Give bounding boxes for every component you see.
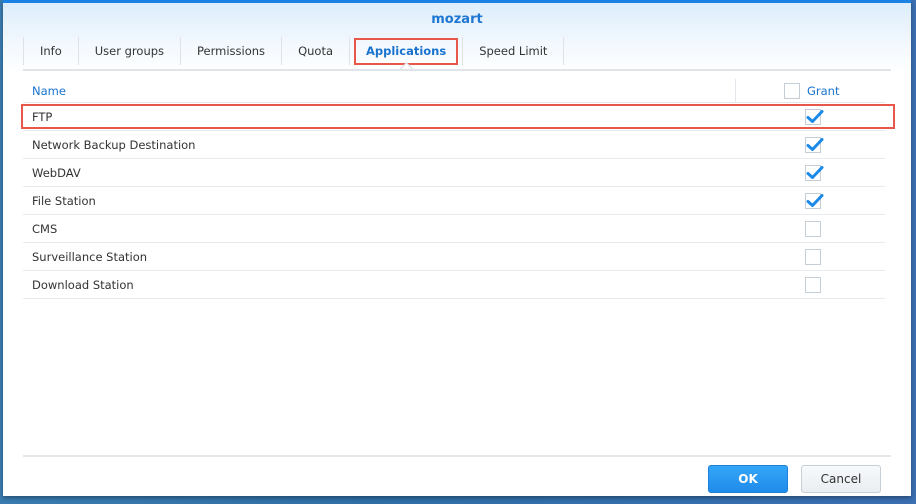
applications-grid: Name Grant FTP Network Backup Destination…: [21, 79, 895, 299]
application-name: WebDAV: [32, 165, 81, 180]
tab-label: Permissions: [197, 44, 266, 58]
grid-body: FTP Network Backup Destination WebDAV File …: [21, 103, 895, 299]
tab-label: User groups: [94, 44, 165, 58]
column-header-name[interactable]: Name: [23, 79, 735, 102]
grant-cell: [735, 192, 885, 209]
tab-user-groups[interactable]: User groups: [77, 37, 180, 65]
grant-checkbox[interactable]: [805, 108, 824, 125]
application-name: Download Station: [32, 277, 134, 292]
tab-label: Speed Limit: [479, 44, 548, 58]
table-row[interactable]: Network Backup Destination: [23, 131, 885, 159]
column-header-grant: Grant: [735, 79, 885, 102]
grant-checkbox[interactable]: [805, 220, 821, 237]
tab-quota[interactable]: Quota: [281, 37, 349, 65]
cancel-button[interactable]: Cancel: [801, 465, 881, 493]
tab-applications[interactable]: Applications: [349, 37, 462, 75]
application-name: Surveillance Station: [32, 249, 148, 264]
table-row[interactable]: WebDAV: [23, 159, 885, 187]
grant-cell: [735, 136, 885, 153]
tab-info[interactable]: Info: [23, 37, 78, 65]
tab-divider: [23, 69, 891, 71]
grant-all-checkbox[interactable]: [784, 82, 800, 99]
checkmark-icon: [806, 193, 824, 207]
table-row[interactable]: File Station: [23, 187, 885, 215]
table-row[interactable]: FTP: [21, 103, 895, 131]
grant-cell: [735, 164, 885, 181]
grant-checkbox[interactable]: [805, 164, 824, 181]
checkmark-icon: [806, 137, 824, 151]
ok-button[interactable]: OK: [708, 465, 788, 493]
grant-cell: [735, 220, 885, 237]
dialog-title: mozart: [431, 12, 483, 27]
checkmark-icon: [806, 165, 824, 179]
tab-label: Info: [40, 44, 62, 58]
grant-checkbox[interactable]: [805, 192, 824, 209]
footer-divider: [23, 455, 891, 457]
application-name: CMS: [32, 221, 58, 236]
grant-checkbox[interactable]: [805, 276, 821, 293]
grant-cell: [735, 108, 885, 125]
tab-label: Quota: [298, 44, 333, 58]
tab-speed-limit[interactable]: Speed Limit: [462, 37, 565, 65]
user-edit-dialog: mozart Info User groups Permissions Quot…: [3, 0, 911, 496]
table-row[interactable]: Download Station: [23, 271, 885, 299]
application-name: File Station: [32, 193, 96, 208]
grant-checkbox[interactable]: [805, 248, 821, 265]
grant-checkbox[interactable]: [805, 136, 824, 153]
table-row[interactable]: CMS: [23, 215, 885, 243]
grant-header-label: Grant: [807, 83, 840, 98]
tab-permissions[interactable]: Permissions: [180, 37, 281, 65]
grant-cell: [735, 248, 885, 265]
tab-bar: Info User groups Permissions Quota Appli…: [23, 37, 565, 75]
grant-cell: [735, 276, 885, 293]
checkmark-icon: [806, 109, 824, 123]
application-name: Network Backup Destination: [32, 137, 196, 152]
application-name: FTP: [32, 109, 53, 124]
grid-header: Name Grant: [23, 79, 885, 103]
table-row[interactable]: Surveillance Station: [23, 243, 885, 271]
